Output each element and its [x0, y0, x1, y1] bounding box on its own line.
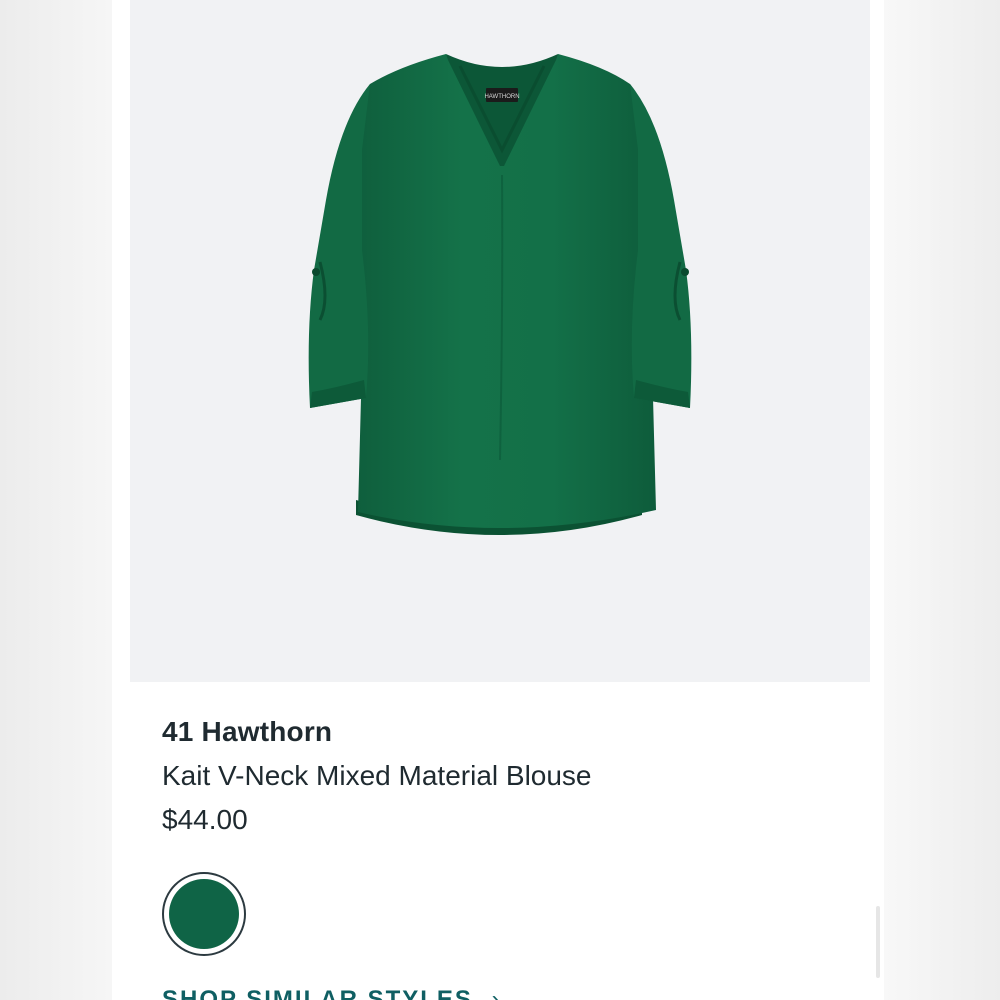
brand-label: HAWTHORN: [484, 88, 520, 102]
background-right: [882, 0, 1000, 1000]
svg-text:HAWTHORN: HAWTHORN: [484, 94, 519, 100]
page: HAWTHORN 41 Hawthorn Kait V-Neck Mixed M…: [0, 0, 1000, 1000]
product-image[interactable]: HAWTHORN: [130, 0, 870, 682]
shop-similar-label: SHOP SIMILAR STYLES: [162, 986, 473, 1000]
color-swatch[interactable]: [162, 872, 246, 956]
color-swatch-fill: [169, 879, 239, 949]
product-price: $44.00: [162, 804, 248, 835]
blouse-right-sleeve: [630, 84, 692, 408]
shop-similar-styles-link[interactable]: SHOP SIMILAR STYLES ›: [162, 986, 502, 1000]
product-name: Kait V-Neck Mixed Material Blouse: [162, 760, 592, 791]
blouse-illustration: HAWTHORN: [308, 54, 692, 535]
scrollbar[interactable]: [876, 906, 880, 978]
background-left: [0, 0, 112, 1000]
product-brand: 41 Hawthorn: [162, 716, 333, 747]
blouse-left-sleeve: [308, 84, 370, 408]
product-card: HAWTHORN 41 Hawthorn Kait V-Neck Mixed M…: [112, 0, 884, 1000]
chevron-right-icon: ›: [491, 986, 502, 1000]
